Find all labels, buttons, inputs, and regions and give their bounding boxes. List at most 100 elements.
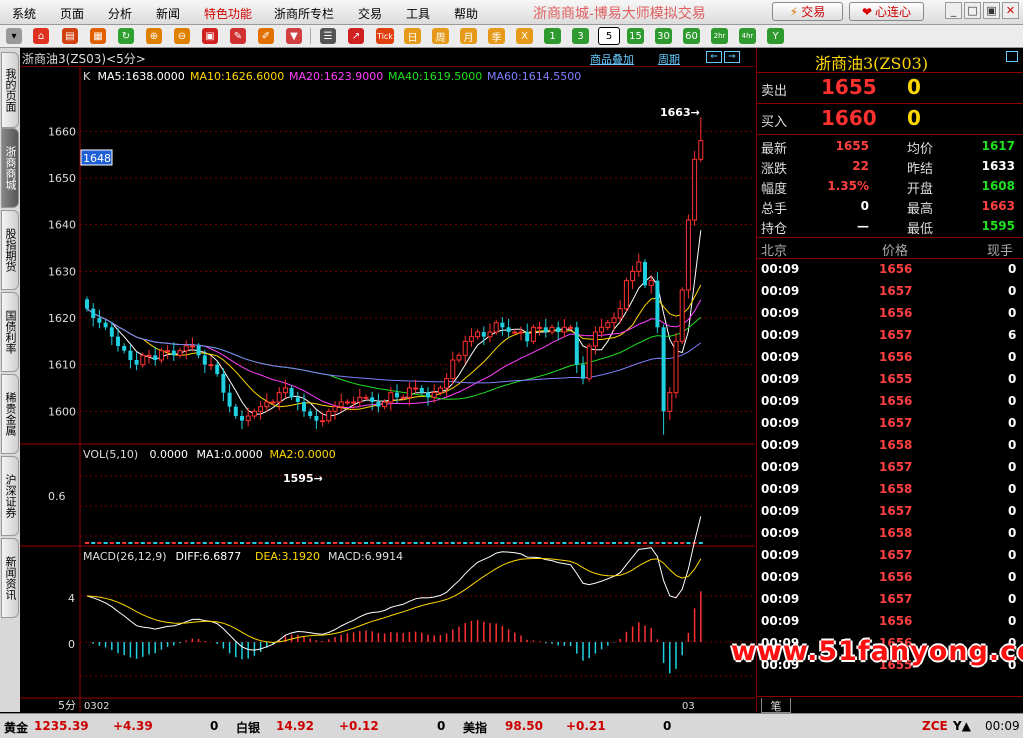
pencil-icon[interactable]: ✎ — [230, 28, 246, 44]
tick-row: 00:09 1657 0 — [757, 280, 1023, 302]
trade-button[interactable]: ⚡ 交易 — [772, 2, 843, 21]
next-icon[interactable]: ⇒ — [724, 51, 740, 63]
candle-body — [103, 322, 108, 328]
price-tick-label: 1620 — [48, 312, 76, 325]
menu-trade[interactable]: 交易 — [358, 5, 382, 22]
zoom-out-icon[interactable]: ⊖ — [174, 28, 190, 44]
tick-price: 1656 — [879, 614, 913, 628]
volume-bar — [407, 542, 412, 544]
volume-bar — [686, 542, 691, 544]
dropdown-icon[interactable]: ▾ — [6, 28, 22, 44]
tick-row: 00:09 1658 0 — [757, 478, 1023, 500]
period-5min-button[interactable]: 5 — [598, 27, 620, 45]
home-icon[interactable]: ⌂ — [33, 28, 49, 44]
menu-page[interactable]: 页面 — [60, 5, 84, 22]
tick-row: 00:09 1655 0 — [757, 368, 1023, 390]
side-tab-securities[interactable]: 沪深证券 — [1, 456, 19, 536]
tick-row: 00:09 1657 0 — [757, 544, 1023, 566]
candle-body — [146, 354, 152, 357]
period-2hr-button[interactable]: 2hr — [711, 28, 728, 44]
side-tab-my-page[interactable]: 我的页面 — [1, 52, 19, 128]
refresh-icon[interactable]: ↻ — [118, 28, 134, 44]
list-icon[interactable]: ☰ — [320, 28, 336, 44]
stat-value: 1.35% — [827, 179, 869, 193]
period-week-button[interactable]: 周 — [432, 28, 449, 44]
filter-icon[interactable]: ▼ — [286, 28, 302, 44]
volume-bar — [698, 542, 703, 544]
chart-panel: 浙商油3(ZS03)<5分> 商品叠加 周期 ⇐ ⇒ 1600 1610 1620 1… — [20, 48, 755, 712]
side-tab-news[interactable]: 新闻资讯 — [1, 538, 19, 618]
low-annotation: 1595→ — [283, 472, 323, 485]
draw-tool-icon[interactable]: ✐ — [258, 28, 274, 44]
calculator-icon[interactable]: ▦ — [90, 28, 106, 44]
side-tab-index-futures[interactable]: 股指期货 — [1, 210, 19, 290]
candle-body — [240, 416, 244, 421]
volume-bar — [680, 542, 685, 544]
close-icon[interactable]: ✕ — [1002, 2, 1019, 19]
candle-body — [134, 360, 139, 365]
candle-body — [468, 336, 474, 342]
line-chart-icon[interactable]: ↗ — [348, 28, 364, 44]
period-30min-button[interactable]: 30 — [655, 28, 672, 44]
menu-tools[interactable]: 工具 — [406, 5, 430, 22]
heart-button[interactable]: ❤ 心连心 — [849, 2, 924, 21]
side-tab-bond-rates[interactable]: 国债利率 — [1, 292, 19, 372]
volume-bar — [599, 542, 604, 544]
tick-button[interactable]: Tick — [376, 28, 394, 44]
stat-label: 总手 — [761, 202, 788, 217]
window-icon[interactable]: ▣ — [202, 28, 218, 44]
gold-price: 1235.39 — [34, 719, 89, 733]
maximize-icon[interactable] — [1006, 51, 1018, 62]
restore-icon[interactable]: ▣ — [983, 2, 1000, 19]
period-link[interactable]: 周期 — [658, 51, 680, 67]
volume-bar — [215, 542, 220, 544]
menu-analysis[interactable]: 分析 — [108, 5, 132, 22]
overlay-link[interactable]: 商品叠加 — [590, 51, 634, 67]
legend-item: MA60:1614.5500 — [487, 70, 581, 83]
price-tick-label: 1600 — [48, 405, 76, 418]
tick-time: 00:09 — [761, 460, 800, 474]
menu-special[interactable]: 特色功能 — [204, 5, 252, 22]
menu-exchange-column[interactable]: 浙商所专栏 — [274, 5, 334, 22]
tick-volume: 0 — [1008, 526, 1017, 540]
volume-bar — [252, 542, 257, 544]
tick-time: 00:09 — [761, 350, 800, 364]
maximize-icon[interactable]: □ — [964, 2, 981, 19]
period-month-button[interactable]: 月 — [460, 28, 477, 44]
period-day-button[interactable]: 日 — [404, 28, 421, 44]
candle-body — [648, 280, 654, 286]
menu-news[interactable]: 新闻 — [156, 5, 180, 22]
period-1min-button[interactable]: 1 — [544, 28, 561, 44]
prev-icon[interactable]: ⇐ — [706, 51, 722, 63]
candle-body — [493, 322, 499, 333]
period-3min-button[interactable]: 3 — [572, 28, 589, 44]
tick-row: 00:09 1658 0 — [757, 434, 1023, 456]
candle-body — [351, 401, 357, 404]
period-60min-button[interactable]: 60 — [683, 28, 700, 44]
tick-row: 00:09 1657 0 — [757, 588, 1023, 610]
period-4hr-button[interactable]: 4hr — [739, 28, 756, 44]
volume-bar — [314, 542, 319, 544]
tick-tab[interactable]: 笔 — [761, 698, 791, 713]
kline-chart[interactable]: 1600 1610 1620 1630 1640 1650 1660 K MA5:1638.0… — [20, 66, 755, 712]
candle-body — [500, 322, 505, 328]
period-year-button[interactable]: Y — [767, 28, 784, 44]
menu-grid-icon[interactable]: ▤ — [62, 28, 78, 44]
menu-help[interactable]: 帮助 — [454, 5, 478, 22]
candle-body — [561, 326, 567, 333]
tick-price: 1656 — [879, 350, 913, 364]
period-15min-button[interactable]: 15 — [627, 28, 644, 44]
exchange-code: ZCE — [922, 719, 948, 733]
tick-price: 1658 — [879, 526, 913, 540]
side-tab-zheshang-mall[interactable]: 浙商商城 — [1, 128, 19, 208]
quote-title-bar: 浙商油3(ZS03) — [757, 48, 1023, 73]
gold-label: 黄金 — [4, 721, 29, 735]
candle-body — [189, 345, 195, 348]
tick-row: 00:09 1656 0 — [757, 610, 1023, 632]
menu-system[interactable]: 系统 — [12, 5, 36, 22]
period-x-button[interactable]: X — [516, 28, 533, 44]
side-tab-precious-metals[interactable]: 稀贵金属 — [1, 374, 19, 454]
period-quarter-button[interactable]: 季 — [488, 28, 505, 44]
minimize-icon[interactable]: _ — [945, 2, 962, 19]
zoom-in-icon[interactable]: ⊕ — [146, 28, 162, 44]
